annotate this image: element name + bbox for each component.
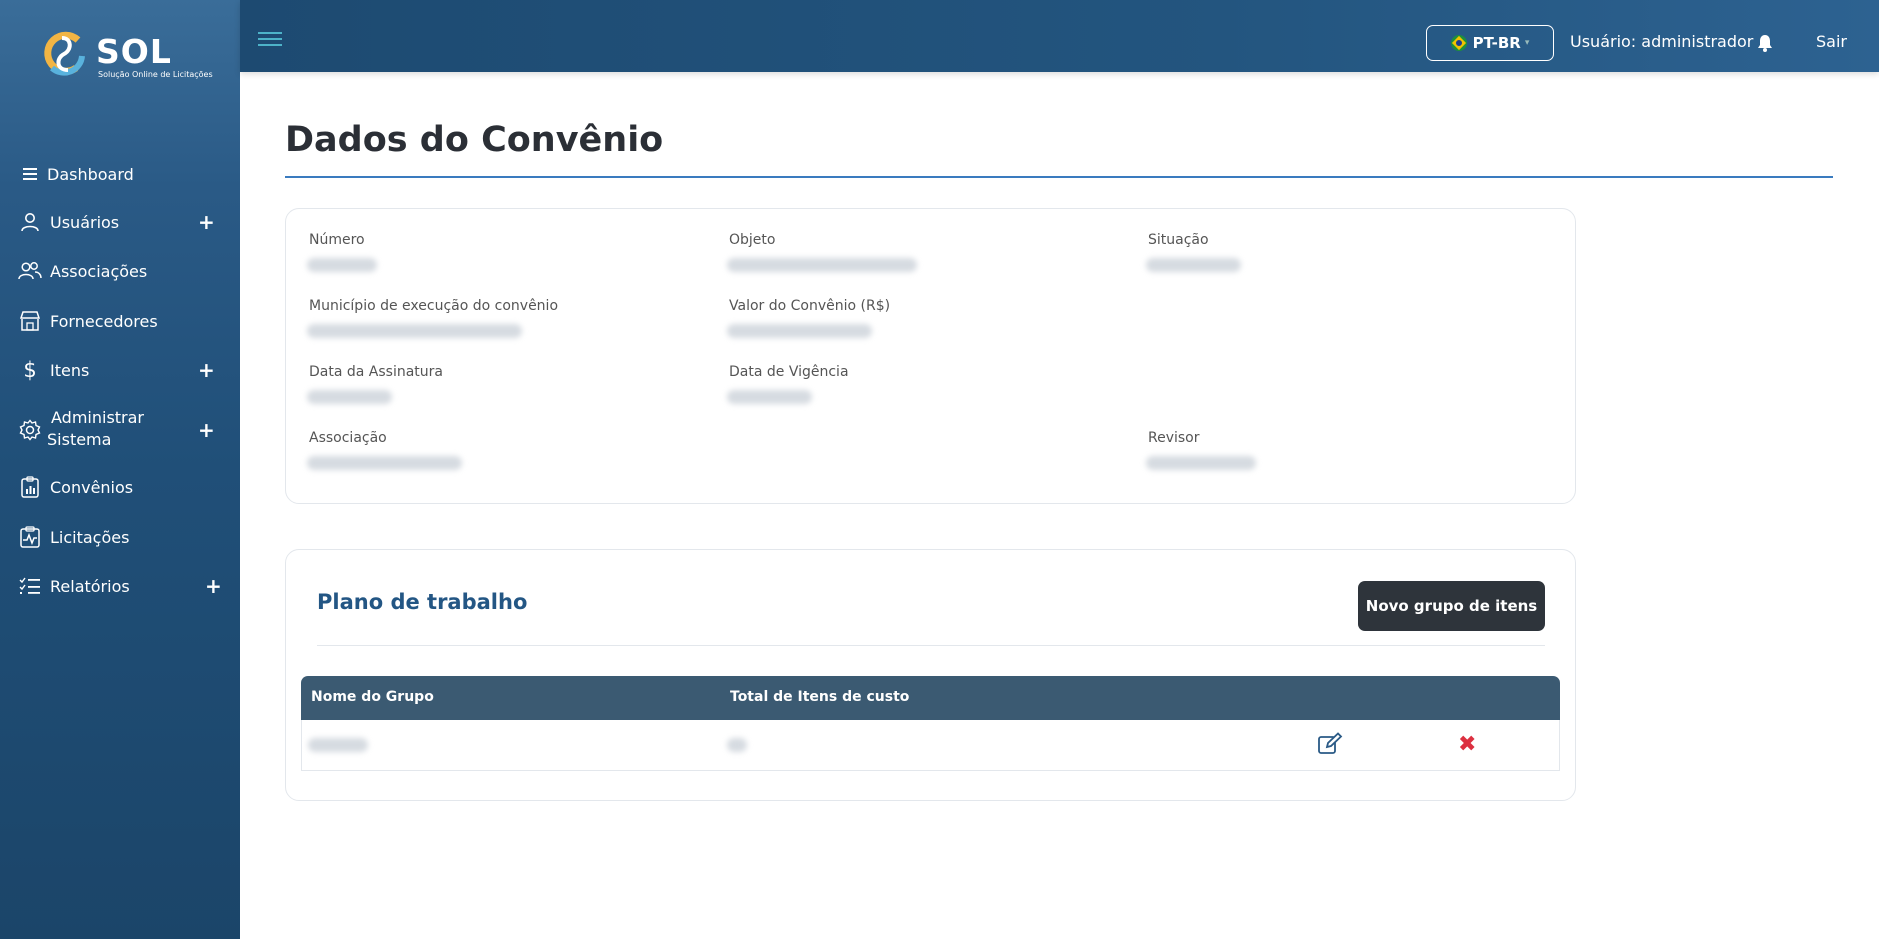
column-header-nome-grupo: Nome do Grupo [311,689,434,705]
numero-value-redacted [307,258,377,272]
report-icon [17,474,43,500]
data-assinatura-label: Data da Assinatura [309,364,443,380]
objeto-value-redacted [727,258,917,272]
sidebar-item-label: Usuários [50,212,120,232]
expand-plus-icon[interactable]: + [205,574,222,598]
sidebar-item-label: Licitações [50,527,130,547]
store-icon [17,308,43,334]
data-assinatura-value-redacted [307,390,392,404]
menu-icon [17,161,43,187]
sidebar-item-licitacoes[interactable]: Licitações [0,517,240,557]
associacao-value-redacted [307,456,462,470]
plano-trabalho-card: Plano de trabalho Novo grupo de itens No… [285,549,1576,801]
list-icon [17,573,43,599]
bell-icon[interactable] [1757,34,1773,52]
table-header: Nome do Grupo Total de Itens de custo [301,676,1560,720]
brazil-flag-icon [1450,35,1467,51]
dollar-icon: $ [23,358,37,382]
sidebar-item-label: Fornecedores [50,311,158,331]
users-icon [17,258,43,284]
logo-mark-icon [44,31,85,76]
language-selector[interactable]: PT-BR ▾ [1426,25,1554,61]
top-bar: PT-BR ▾ Usuário: administrador Sair [240,0,1879,72]
sidebar-item-label: Relatórios [50,576,130,596]
valor-label: Valor do Convênio (R$) [729,298,891,314]
hamburger-menu-icon[interactable] [258,32,282,50]
data-vigencia-label: Data de Vigência [729,364,849,380]
user-icon [17,209,43,235]
sidebar-item-label: Administrar [51,408,145,427]
sidebar-item-associacoes[interactable]: Associações [0,251,240,291]
convenio-details-card: Número Objeto Situação Município de exec… [285,208,1576,504]
brand-name: SOL [96,32,172,71]
edit-icon[interactable] [1317,732,1343,756]
sidebar-item-itens[interactable]: $ Itens + [0,350,240,390]
expand-plus-icon[interactable]: + [198,210,215,234]
title-divider [285,176,1833,178]
gear-icon [17,417,43,443]
plano-title: Plano de trabalho [317,590,528,614]
current-user-label: Usuário: administrador [1570,32,1754,51]
sidebar-item-relatorios[interactable]: Relatórios + [0,566,240,606]
sidebar-item-administrar-sistema[interactable]: Administrar Sistema + [0,405,240,455]
sidebar-item-fornecedores[interactable]: Fornecedores [0,301,240,341]
sidebar-item-dashboard[interactable]: Dashboard [0,154,240,194]
page-title: Dados do Convênio [285,120,664,160]
municipio-value-redacted [307,324,522,338]
delete-icon[interactable]: ✖ [1458,732,1476,757]
expand-plus-icon[interactable]: + [198,358,215,382]
revisor-label: Revisor [1148,430,1200,446]
valor-value-redacted [727,324,872,338]
logout-link[interactable]: Sair [1816,32,1847,51]
chevron-down-icon: ▾ [1524,38,1530,48]
chart-doc-icon [17,524,43,550]
sol-logo[interactable]: SOL Solução Online de Licitações [38,26,213,86]
table-row: ✖ [301,720,1560,771]
column-header-total-itens: Total de Itens de custo [730,689,910,705]
municipio-label: Município de execução do convênio [309,298,559,314]
revisor-value-redacted [1146,456,1256,470]
sidebar-item-label: Convênios [50,477,134,497]
section-divider [317,645,1545,646]
situacao-value-redacted [1146,258,1241,272]
situacao-label: Situação [1148,232,1209,248]
sidebar-item-label: Itens [50,360,90,380]
sidebar-item-label: Dashboard [47,164,134,184]
sidebar-item-usuarios[interactable]: Usuários + [0,202,240,242]
sidebar-item-label: Associações [50,261,148,281]
objeto-label: Objeto [729,232,776,248]
brand-tagline: Solução Online de Licitações [98,70,213,79]
language-label: PT-BR [1472,34,1521,52]
numero-label: Número [309,232,365,248]
expand-plus-icon[interactable]: + [198,418,215,442]
sidebar-item-convenios[interactable]: Convênios [0,467,240,507]
associacao-label: Associação [309,430,387,446]
sidebar: SOL Solução Online de Licitações Dashboa… [0,0,240,939]
data-vigencia-value-redacted [727,390,812,404]
novo-grupo-button[interactable]: Novo grupo de itens [1358,581,1545,631]
item-count-redacted [727,738,747,752]
group-name-redacted [308,738,368,752]
sidebar-item-label-line2: Sistema [47,430,112,449]
